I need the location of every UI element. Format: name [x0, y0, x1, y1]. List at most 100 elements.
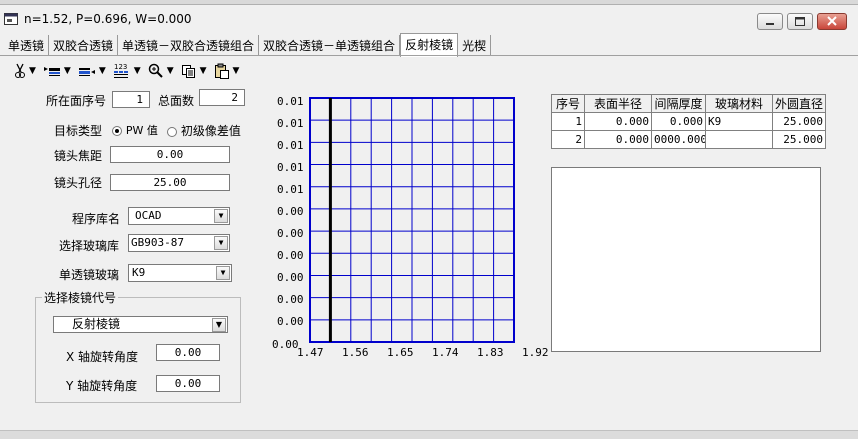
y-tick-label: 0.00	[277, 271, 304, 284]
y-rotation-field[interactable]: 0.00	[156, 375, 220, 392]
window-title: n=1.52, P=0.696, W=0.000	[24, 12, 192, 26]
table-row: 2 0.000 0000.000 25.000	[551, 130, 827, 149]
maximize-icon	[795, 17, 805, 26]
y-tick-label: 0.00	[272, 338, 299, 351]
prism-select-value: 反射棱镜	[72, 317, 121, 331]
glass-select[interactable]: K9 ▼	[128, 264, 232, 282]
insert-row-button[interactable]: ▼	[43, 63, 71, 79]
delete-row-button[interactable]: ▼	[78, 63, 106, 79]
y-tick-label: 0.01	[277, 117, 304, 130]
chevron-down-icon: ▼	[133, 66, 141, 76]
table-cell[interactable]: 0.000	[584, 130, 652, 149]
table-cell[interactable]: 0000.000	[651, 130, 706, 149]
cut-button[interactable]: ▼	[14, 63, 36, 79]
col-header-thickness[interactable]: 间隔厚度	[651, 94, 706, 113]
minimize-icon	[766, 23, 774, 25]
table-cell[interactable]: 0.000	[584, 112, 652, 131]
title-bar: n=1.52, P=0.696, W=0.000	[0, 5, 858, 33]
close-button[interactable]	[817, 13, 847, 30]
y-tick-label: 0.00	[277, 315, 304, 328]
x-tick-label: 1.83	[477, 346, 504, 359]
tab-single-lens[interactable]: 单透镜	[4, 35, 50, 55]
x-tick-label: 1.56	[342, 346, 369, 359]
target-option-pw-label: PW 值	[125, 124, 158, 137]
prism-group-title: 选择棱镜代号	[42, 289, 119, 306]
chevron-down-icon: ▼	[166, 66, 174, 76]
tab-wedge[interactable]: 光楔	[458, 35, 492, 55]
chevron-down-icon[interactable]: ▼	[212, 318, 226, 332]
y-tick-label: 0.01	[277, 161, 304, 174]
chevron-down-icon: ▼	[98, 66, 106, 76]
col-header-diameter[interactable]: 外圆直径	[771, 94, 827, 113]
y-tick-label: 0.00	[277, 227, 304, 240]
total-surfaces-field[interactable]: 2	[199, 89, 245, 106]
table-cell[interactable]: 0.000	[651, 112, 706, 131]
tab-reflective-prism[interactable]: 反射棱镜	[400, 33, 459, 57]
glass-select-value: K9	[132, 266, 146, 279]
paste-icon	[214, 63, 229, 79]
copy-button[interactable]: ▼	[181, 63, 207, 79]
tab-doublet-single[interactable]: 双胶合透镜－单透镜组合	[259, 35, 401, 55]
cut-icon	[15, 63, 25, 78]
radio-pw[interactable]	[112, 125, 122, 136]
app-icon	[4, 13, 18, 25]
chevron-down-icon[interactable]: ▼	[216, 266, 230, 280]
insert-row-icon	[43, 67, 60, 76]
glass-library-select[interactable]: GB903-87 ▼	[128, 234, 230, 252]
x-tick-label: 1.74	[432, 346, 459, 359]
glass-library-select-value: GB903-87	[131, 236, 184, 249]
col-header-material[interactable]: 玻璃材料	[705, 94, 773, 113]
library-select-value: OCAD	[135, 209, 162, 222]
maximize-button[interactable]	[787, 13, 813, 30]
x-rotation-field[interactable]: 0.00	[156, 344, 220, 361]
x-tick-label: 1.92	[522, 346, 549, 359]
tab-divider	[0, 55, 858, 56]
tab-doublet[interactable]: 双胶合透镜	[49, 35, 119, 55]
results-list[interactable]	[551, 167, 821, 352]
x-tick-label: 1.65	[387, 346, 414, 359]
aperture-label: 镜头孔径	[54, 176, 103, 190]
target-option-aberration[interactable]: 初级像差值	[167, 122, 241, 139]
y-tick-label: 0.00	[277, 205, 304, 218]
table-row: 1 0.000 0.000 K9 25.000	[551, 112, 827, 131]
zoom-button[interactable]: ▼	[148, 63, 174, 79]
y-tick-label: 0.00	[277, 249, 304, 262]
table-cell[interactable]: 25.000	[771, 130, 827, 149]
tab-strip: 单透镜 双胶合透镜 单透镜－双胶合透镜组合 双胶合透镜－单透镜组合 反射棱镜 光…	[4, 33, 492, 57]
sort-icon: 123	[113, 63, 128, 78]
table-cell[interactable]: K9	[705, 112, 773, 131]
y-tick-label: 0.01	[277, 183, 304, 196]
target-option-aberration-label: 初级像差值	[180, 124, 241, 138]
minimize-button[interactable]	[757, 13, 783, 30]
chevron-down-icon[interactable]: ▼	[214, 209, 228, 223]
chevron-down-icon: ▼	[199, 66, 207, 76]
table-cell[interactable]: 2	[551, 130, 585, 149]
col-header-radius[interactable]: 表面半径	[584, 94, 652, 113]
table-cell[interactable]	[705, 130, 773, 149]
chevron-down-icon[interactable]: ▼	[214, 236, 228, 250]
tab-single-doublet[interactable]: 单透镜－双胶合透镜组合	[118, 35, 260, 55]
total-surfaces-label: 总面数	[158, 94, 195, 108]
paste-button[interactable]: ▼	[214, 63, 239, 79]
copy-icon	[181, 65, 195, 78]
library-select[interactable]: OCAD ▼	[128, 207, 230, 225]
prism-select[interactable]: 反射棱镜 ▼	[53, 316, 228, 333]
surface-index-label: 所在面序号	[46, 94, 107, 108]
radio-aberration[interactable]	[167, 126, 177, 137]
col-header-index[interactable]: 序号	[551, 94, 585, 113]
chevron-down-icon: ▼	[63, 66, 71, 76]
y-tick-label: 0.01	[277, 95, 304, 108]
svg-text:123: 123	[114, 63, 127, 71]
aperture-field[interactable]: 25.00	[110, 174, 230, 191]
plot-grid	[309, 97, 515, 343]
y-tick-label: 0.00	[277, 293, 304, 306]
zoom-icon	[148, 63, 163, 78]
target-option-pw[interactable]: PW 值	[112, 122, 158, 138]
table-cell[interactable]: 1	[551, 112, 585, 131]
sort-button[interactable]: 123 ▼	[113, 62, 141, 80]
focal-length-label: 镜头焦距	[54, 149, 103, 163]
table-cell[interactable]: 25.000	[771, 112, 827, 131]
focal-length-field[interactable]: 0.00	[110, 146, 230, 163]
surface-index-field[interactable]: 1	[112, 91, 150, 108]
toolbar: ▼ ▼ ▼ 123 ▼ ▼ ▼ ▼	[14, 60, 246, 82]
